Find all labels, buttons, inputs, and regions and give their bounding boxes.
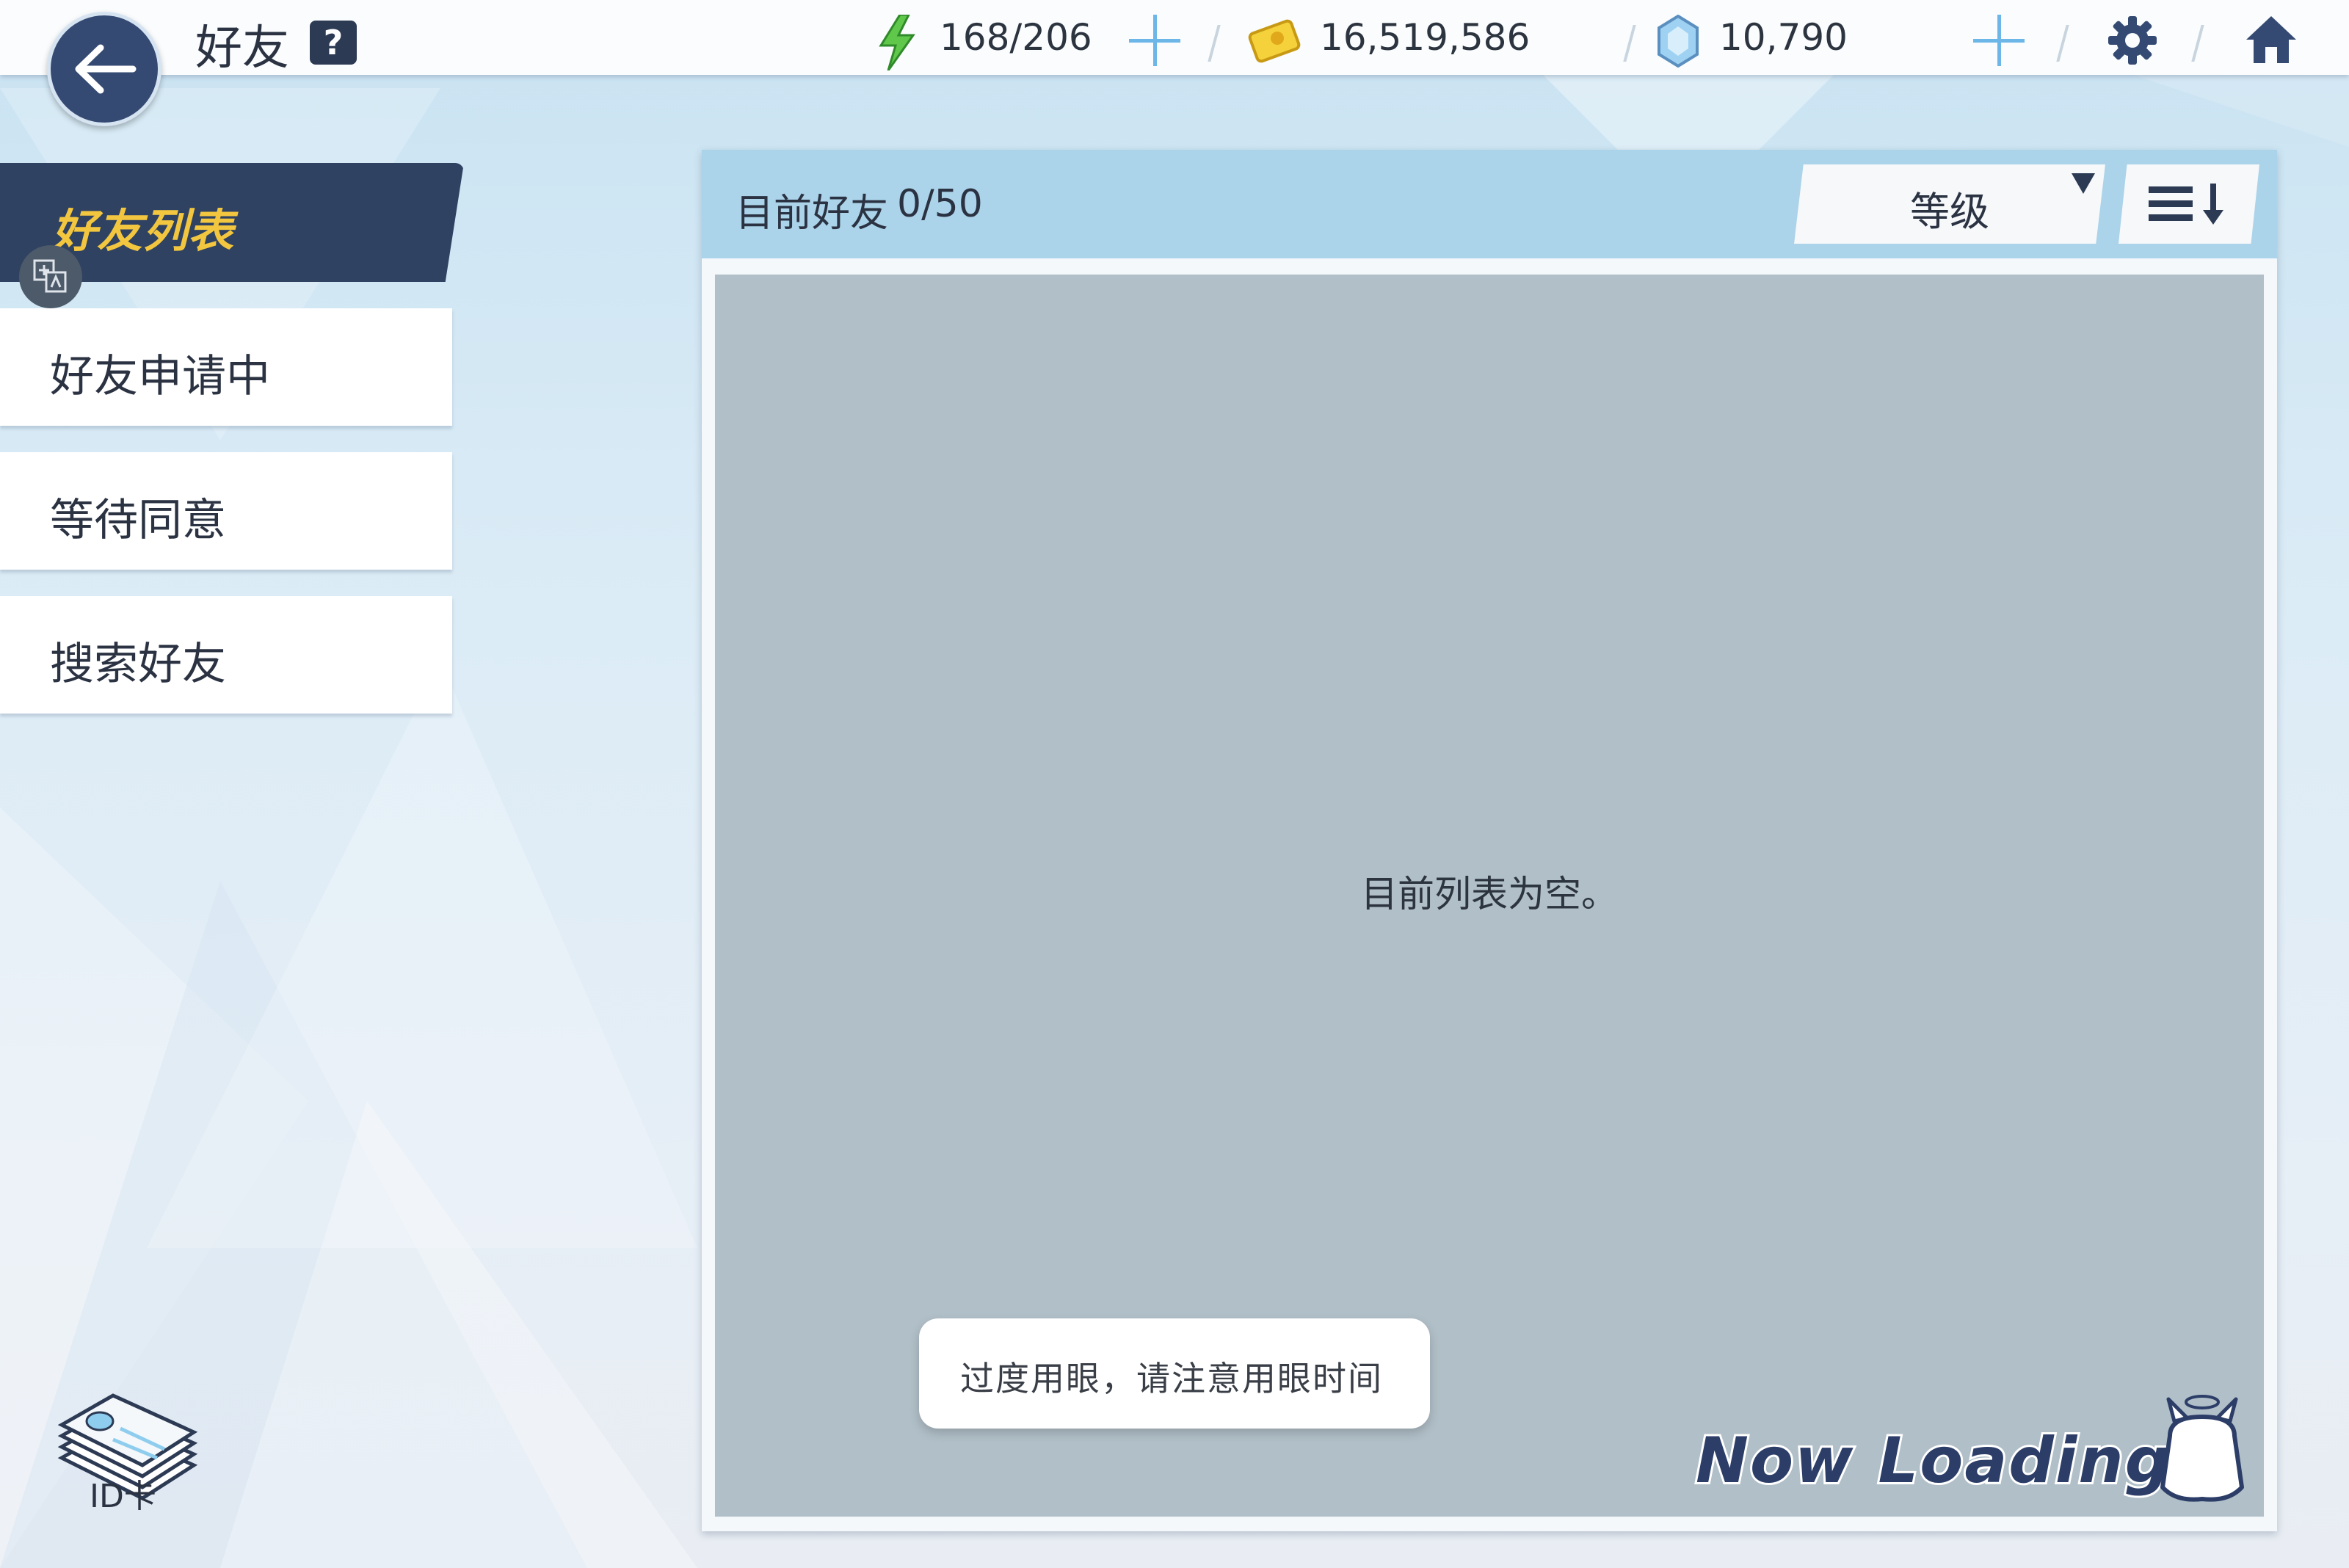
- friend-count-value: 0/50: [897, 182, 983, 226]
- stamina-value: 168/206: [940, 16, 1092, 59]
- sort-descending-icon: [2149, 184, 2223, 225]
- sidebar-item-search-friends[interactable]: 搜索好友: [0, 596, 452, 714]
- panel-header: 目前好友 0/50 等级: [702, 150, 2277, 258]
- eye-care-toast: 过度用眼，请注意用眼时间: [919, 1318, 1430, 1429]
- translate-glyph-icon: [33, 259, 67, 293]
- empty-list-message: 目前列表为空。: [1361, 873, 1618, 915]
- friend-count-label: 目前好友: [736, 192, 889, 236]
- dropdown-corner-icon: [2072, 173, 2095, 194]
- help-icon[interactable]: ?: [310, 21, 357, 65]
- sidebar-item-awaiting-approval[interactable]: 等待同意: [0, 452, 452, 570]
- sort-order-button[interactable]: [2119, 164, 2259, 244]
- sidebar-item-pending-requests[interactable]: 好友申请中: [0, 308, 452, 426]
- id-card-label: ID卡: [90, 1478, 156, 1515]
- home-icon[interactable]: [2243, 13, 2299, 66]
- gems-value: 10,790: [1719, 16, 1848, 59]
- mascot-icon: [2160, 1395, 2244, 1502]
- sort-dropdown[interactable]: 等级: [1794, 164, 2105, 244]
- gem-icon: [1658, 15, 1699, 68]
- back-button[interactable]: [47, 12, 161, 126]
- page-title: 好友: [195, 21, 289, 76]
- coins-value: 16,519,586: [1320, 16, 1531, 59]
- sidebar-item-label: 等待同意: [50, 495, 226, 546]
- coin-icon: [1248, 19, 1301, 63]
- toast-text: 过度用眼，请注意用眼时间: [960, 1359, 1383, 1398]
- add-gems-button[interactable]: [1973, 15, 2025, 66]
- sort-selected-label: 等级: [1910, 189, 1989, 235]
- sidebar-item-label: 搜索好友: [50, 639, 226, 690]
- translate-icon[interactable]: [19, 245, 82, 308]
- sidebar-item-label: 好友列表: [51, 204, 234, 258]
- arrow-left-icon: [75, 44, 137, 94]
- add-stamina-button[interactable]: [1129, 15, 1180, 66]
- stamina-icon: [879, 15, 915, 70]
- gear-icon[interactable]: [2107, 15, 2158, 66]
- sidebar-item-label: 好友申请中: [50, 351, 270, 402]
